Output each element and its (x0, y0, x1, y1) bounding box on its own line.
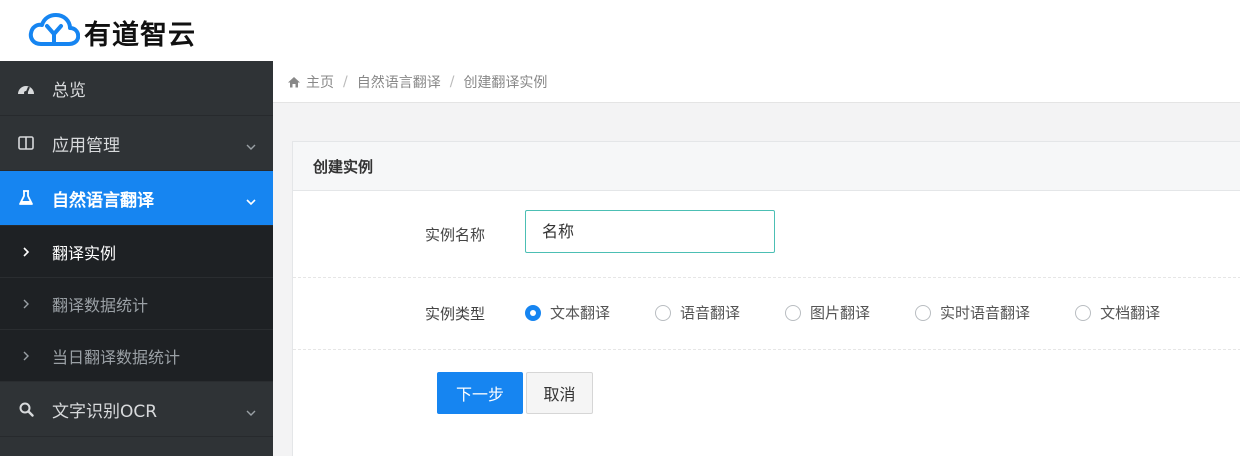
chevron-right-icon (0, 246, 52, 258)
cancel-button[interactable]: 取消 (526, 372, 593, 414)
radio-label: 图片翻译 (810, 304, 871, 322)
chevron-right-icon (0, 298, 52, 310)
breadcrumb-home-link[interactable]: 主页 (306, 72, 334, 92)
sidebar-item-label: 应用管理 (52, 135, 120, 156)
sidebar-item-label: 自然语言翻译 (52, 190, 154, 211)
instance-type-row: 实例类型 文本翻译 语音翻译 图片翻译 实时语音翻译 文档翻译 (293, 278, 1240, 350)
radio-indicator[interactable] (525, 304, 541, 321)
search-icon (0, 402, 52, 417)
radio-label: 文档翻译 (1100, 304, 1161, 322)
radio-indicator[interactable] (655, 304, 672, 321)
radio-indicator[interactable] (1075, 304, 1092, 321)
dashboard-icon (0, 81, 52, 95)
radio-text-translation[interactable]: 文本翻译 (525, 302, 610, 323)
breadcrumb-separator: / (449, 73, 455, 90)
sidebar: 总览 应用管理 自然语言翻译 翻译实例 翻译数据统计 当日翻译数据统计 文字识别… (0, 61, 273, 456)
sidebar-subitem-label: 翻译数据统计 (52, 295, 149, 315)
sidebar-subitem-translation-stats[interactable]: 翻译数据统计 (0, 278, 273, 330)
next-step-button[interactable]: 下一步 (437, 372, 523, 414)
instance-name-input[interactable] (525, 210, 775, 253)
chevron-down-icon (245, 402, 257, 421)
cloud-logo-icon (28, 12, 81, 52)
instance-name-label: 实例名称 (425, 225, 486, 244)
radio-image-translation[interactable]: 图片翻译 (785, 302, 870, 323)
sidebar-subitem-translation-instances[interactable]: 翻译实例 (0, 226, 273, 278)
instance-type-radio-group: 文本翻译 语音翻译 图片翻译 实时语音翻译 文档翻译 (525, 302, 1205, 323)
brand-name: 有道智云 (84, 19, 196, 51)
home-icon (287, 76, 301, 88)
panel-title: 创建实例 (293, 142, 1240, 191)
chevron-down-icon (245, 136, 257, 155)
top-header: 有道智云 (0, 0, 1240, 61)
radio-label: 语音翻译 (680, 304, 741, 322)
breadcrumb-separator: / (343, 73, 348, 90)
instance-name-row: 实例名称 (293, 191, 1240, 278)
breadcrumb: 主页 / 自然语言翻译 / 创建翻译实例 (273, 61, 1240, 103)
radio-realtime-speech-translation[interactable]: 实时语音翻译 (915, 302, 1030, 323)
sidebar-item-app-management[interactable]: 应用管理 (0, 116, 273, 171)
chevron-right-icon (0, 350, 52, 362)
brand-logo[interactable]: 有道智云 (28, 12, 196, 52)
sidebar-item-label: 文字识别OCR (52, 401, 158, 422)
sidebar-item-nlp-translation[interactable]: 自然语言翻译 (0, 171, 273, 226)
radio-indicator[interactable] (785, 304, 802, 321)
radio-label: 实时语音翻译 (940, 304, 1031, 322)
flask-icon (0, 190, 52, 206)
sidebar-item-ocr[interactable]: 文字识别OCR (0, 382, 273, 437)
radio-document-translation[interactable]: 文档翻译 (1075, 302, 1160, 323)
instance-type-label: 实例类型 (425, 305, 486, 323)
radio-speech-translation[interactable]: 语音翻译 (655, 302, 740, 323)
sidebar-item-label: 总览 (52, 80, 86, 101)
breadcrumb-section-link[interactable]: 自然语言翻译 (357, 72, 441, 92)
sidebar-subitem-daily-translation-stats[interactable]: 当日翻译数据统计 (0, 330, 273, 382)
sidebar-subitem-label: 当日翻译数据统计 (52, 347, 181, 367)
radio-label: 文本翻译 (550, 304, 611, 322)
sidebar-subitem-label: 翻译实例 (52, 243, 117, 263)
main-content: 主页 / 自然语言翻译 / 创建翻译实例 创建实例 实例名称 实例类型 文本翻译… (273, 61, 1240, 456)
form-actions: 下一步 取消 (293, 350, 1240, 440)
breadcrumb-current: 创建翻译实例 (463, 74, 548, 91)
sidebar-item-overview[interactable]: 总览 (0, 61, 273, 116)
columns-icon (0, 136, 52, 150)
chevron-down-icon (245, 191, 257, 210)
radio-indicator[interactable] (915, 304, 932, 321)
create-instance-panel: 创建实例 实例名称 实例类型 文本翻译 语音翻译 图片翻译 (292, 141, 1240, 456)
